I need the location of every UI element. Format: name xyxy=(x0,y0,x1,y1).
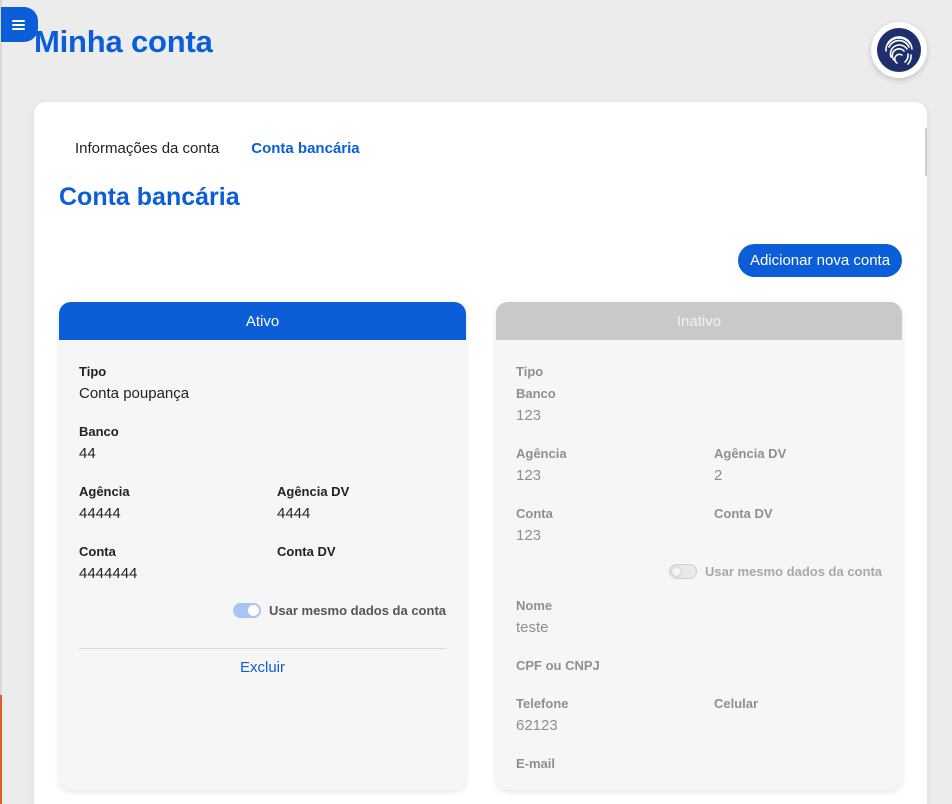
inactive-card-header: Inativo xyxy=(496,302,902,340)
same-data-toggle[interactable] xyxy=(669,564,697,579)
banco-label: Banco xyxy=(79,424,119,439)
tipo-label: Tipo xyxy=(516,364,544,379)
conta-dv-label: Conta DV xyxy=(277,544,336,559)
conta-field: Conta 123 xyxy=(516,506,553,545)
telefone-value: 62123 xyxy=(516,717,558,734)
banco-field: Banco 44 xyxy=(79,424,119,463)
agencia-dv-value: 2 xyxy=(714,467,723,484)
same-data-toggle[interactable] xyxy=(233,603,261,618)
left-edge xyxy=(0,0,2,804)
nome-label: Nome xyxy=(516,598,553,613)
add-new-account-button[interactable]: Adicionar nova conta xyxy=(738,244,902,277)
inactive-account-card: Inativo Tipo Banco 123 Agência 123 Agênc… xyxy=(496,302,902,790)
divider xyxy=(79,648,446,649)
agencia-dv-field: Agência DV 2 xyxy=(714,446,786,485)
same-data-toggle-label: Usar mesmo dados da conta xyxy=(705,564,882,579)
email-label: E-mail xyxy=(516,756,556,771)
active-card-header: Ativo xyxy=(59,302,466,340)
agencia-dv-field: Agência DV 4444 xyxy=(277,484,349,523)
conta-value: 123 xyxy=(516,527,542,544)
tipo-field: Tipo xyxy=(516,364,543,380)
celular-field: Celular xyxy=(714,696,758,712)
hamburger-menu-icon xyxy=(12,19,25,30)
telefone-field: Telefone 62123 xyxy=(516,696,569,735)
celular-label: Celular xyxy=(714,696,759,711)
nome-value: teste xyxy=(516,619,549,636)
conta-label: Conta xyxy=(516,506,553,521)
agencia-field: Agência 123 xyxy=(516,446,567,485)
tipo-value: Conta poupança xyxy=(79,385,190,402)
same-data-toggle-row: Usar mesmo dados da conta xyxy=(233,603,446,618)
banco-field: Banco 123 xyxy=(516,386,556,425)
avatar[interactable] xyxy=(871,22,927,78)
scrollbar-thumb[interactable] xyxy=(925,128,927,176)
conta-field: Conta 4444444 xyxy=(79,544,137,583)
conta-dv-label: Conta DV xyxy=(714,506,773,521)
telefone-label: Telefone xyxy=(516,696,569,711)
agencia-dv-label: Agência DV xyxy=(277,484,350,499)
agencia-dv-label: Agência DV xyxy=(714,446,787,461)
conta-dv-field: Conta DV xyxy=(277,544,336,565)
tab-account-info[interactable]: Informações da conta xyxy=(75,140,219,157)
page-title: Minha conta xyxy=(34,24,213,59)
banco-label: Banco xyxy=(516,386,556,401)
section-title: Conta bancária xyxy=(59,183,240,211)
conta-value: 4444444 xyxy=(79,565,138,582)
active-account-card: Ativo Tipo Conta poupança Banco 44 Agênc… xyxy=(59,302,466,790)
left-accent-bar xyxy=(0,695,2,804)
agencia-field: Agência 44444 xyxy=(79,484,130,523)
same-data-toggle-row: Usar mesmo dados da conta xyxy=(669,564,882,579)
agencia-label: Agência xyxy=(79,484,130,499)
conta-label: Conta xyxy=(79,544,116,559)
tipo-label: Tipo xyxy=(79,364,107,379)
tipo-field: Tipo Conta poupança xyxy=(79,364,189,403)
cpf-label: CPF ou CNPJ xyxy=(516,658,600,673)
cpf-field: CPF ou CNPJ xyxy=(516,658,600,674)
agencia-value: 123 xyxy=(516,467,542,484)
email-field: E-mail xyxy=(516,756,555,772)
nome-field: Nome teste xyxy=(516,598,552,637)
agencia-dv-value: 4444 xyxy=(277,505,311,522)
agencia-label: Agência xyxy=(516,446,567,461)
same-data-toggle-label: Usar mesmo dados da conta xyxy=(269,603,446,618)
fingerprint-icon xyxy=(877,28,921,72)
tabs: Informações da conta Conta bancária xyxy=(75,140,360,157)
delete-account-link[interactable]: Excluir xyxy=(59,659,466,676)
banco-value: 44 xyxy=(79,445,96,462)
conta-dv-field: Conta DV xyxy=(714,506,773,522)
banco-value: 123 xyxy=(516,407,542,424)
tab-bank-account[interactable]: Conta bancária xyxy=(251,140,359,157)
menu-toggle-button[interactable] xyxy=(1,7,38,42)
agencia-value: 44444 xyxy=(79,505,121,522)
